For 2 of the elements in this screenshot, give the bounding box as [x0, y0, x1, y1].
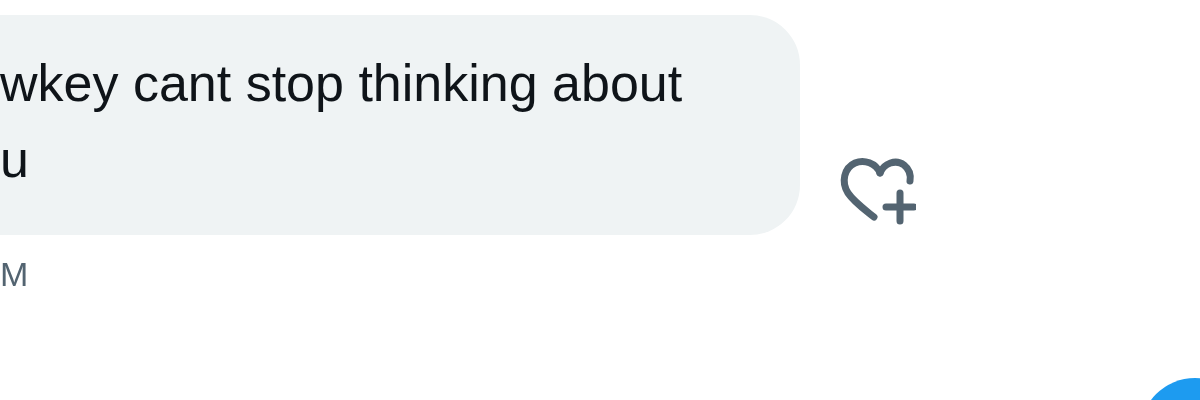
message-time: M [0, 255, 29, 294]
message-text: wkey cant stop thinking about u [0, 53, 684, 190]
